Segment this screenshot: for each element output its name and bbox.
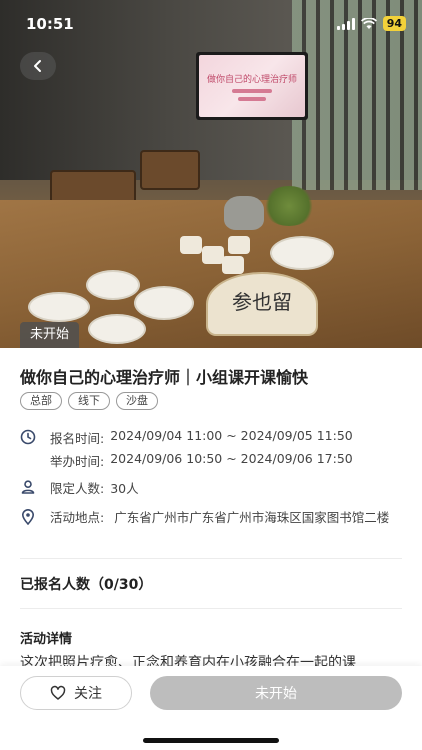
signup-time-row: 报名时间: 2024/09/04 11:00 ~ 2024/09/05 11:5… — [20, 428, 353, 447]
event-status-tag: 未开始 — [20, 322, 80, 348]
limit-row: 限定人数: 30人 — [20, 478, 139, 497]
heart-icon — [50, 685, 66, 700]
clock-icon — [20, 429, 36, 445]
tv-screen-text: 做你自己的心理治疗师 — [206, 74, 297, 85]
fan-text: 参也留 — [232, 290, 292, 314]
limit-label: 限定人数: — [50, 481, 105, 496]
cellular-signal-icon — [336, 17, 355, 30]
location-text: 活动地点: 广东省广州市广东省广州市海珠区国家图书馆二楼 — [50, 508, 402, 528]
tv-screen: 做你自己的心理治疗师 — [196, 52, 308, 120]
battery-indicator: 94 — [382, 16, 406, 31]
location-value: 广东省广州市广东省广州市海珠区国家图书馆二楼 — [114, 510, 390, 525]
signup-time-value: 2024/09/04 11:00 ~ 2024/09/05 11:50 — [110, 428, 353, 443]
home-indicator — [143, 738, 279, 743]
person-icon — [21, 480, 35, 494]
tag-item: 沙盘 — [116, 392, 158, 410]
not-started-label: 未开始 — [255, 686, 297, 702]
back-button[interactable] — [20, 52, 56, 80]
status-bar: 10:51 94 — [0, 0, 422, 44]
bottom-action-bar: 关注 未开始 — [0, 666, 422, 750]
chevron-left-icon — [34, 60, 41, 72]
location-label: 活动地点: — [50, 510, 105, 525]
hand-fan: 参也留 — [206, 272, 318, 336]
registered-count: 已报名人数（0/30） — [20, 577, 153, 593]
not-started-button[interactable]: 未开始 — [150, 676, 402, 710]
status-time: 10:51 — [26, 15, 74, 33]
event-title: 做你自己的心理治疗师｜小组课开课愉快 — [20, 368, 309, 387]
divider — [20, 558, 402, 559]
limit-value: 30人 — [110, 481, 139, 496]
signup-time-label: 报名时间: — [50, 431, 105, 446]
tag-item: 总部 — [20, 392, 62, 410]
hold-time-value: 2024/09/06 10:50 ~ 2024/09/06 17:50 — [110, 451, 353, 466]
hero-image: 做你自己的心理治疗师 参也留 — [0, 0, 422, 348]
hold-time-row: 举办时间: 2024/09/06 10:50 ~ 2024/09/06 17:5… — [20, 451, 353, 470]
wifi-icon — [360, 17, 377, 29]
follow-label: 关注 — [74, 686, 102, 702]
hold-time-label: 举办时间: — [50, 454, 105, 469]
location-pin-icon — [21, 509, 35, 525]
details-heading: 活动详情 — [20, 632, 73, 647]
divider — [20, 608, 402, 609]
tag-item: 线下 — [68, 392, 110, 410]
follow-button[interactable]: 关注 — [20, 676, 132, 710]
location-row — [20, 508, 50, 525]
event-tags: 总部 线下 沙盘 — [20, 392, 158, 410]
